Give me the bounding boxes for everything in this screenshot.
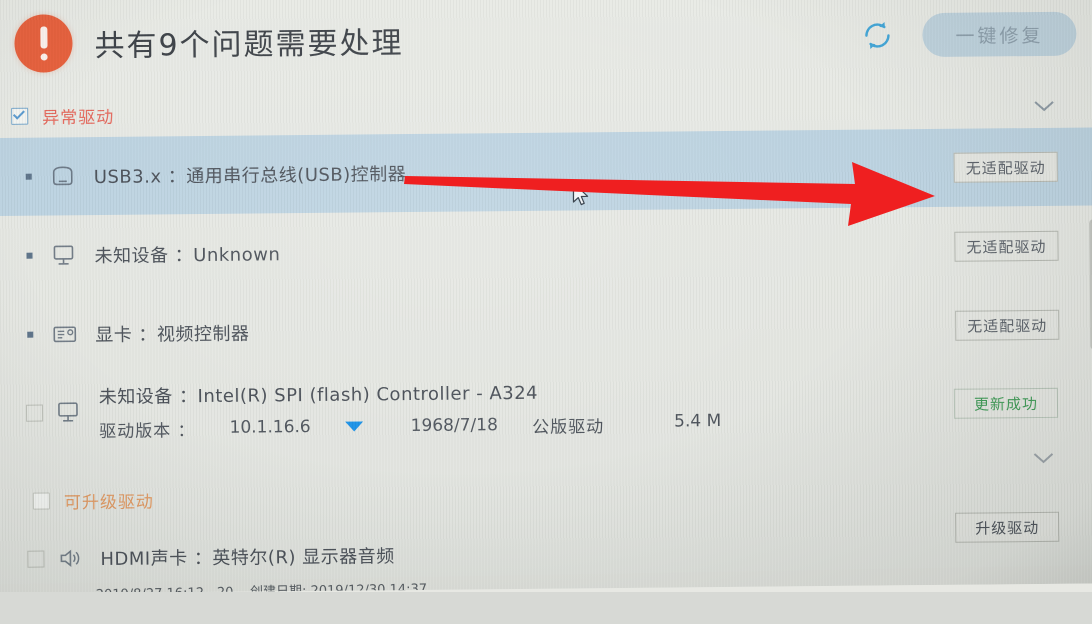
monitor-icon bbox=[53, 245, 74, 265]
device-title: 未知设备 ：Intel(R) SPI (flash) Controller - … bbox=[98, 382, 539, 408]
driver-date: 1968/7/18 bbox=[410, 415, 498, 437]
version-label: 驱动版本 ： bbox=[99, 420, 196, 442]
photo-background-below-screen bbox=[0, 592, 1092, 624]
speaker-icon bbox=[60, 549, 80, 567]
action-button-no-driver-unknown[interactable]: 无适配驱动 bbox=[954, 230, 1059, 262]
version-value: 10.1.16.6 bbox=[229, 416, 311, 438]
exclamation-circle-icon bbox=[14, 14, 73, 73]
device-checkbox-intel-spi[interactable] bbox=[25, 404, 44, 422]
group-label-abnormal: 异常驱动 bbox=[42, 107, 115, 129]
device-text: 未知设备 ：Intel(R) SPI (flash) Controller - … bbox=[99, 378, 539, 441]
graphics-card-icon bbox=[53, 326, 77, 343]
action-button-no-driver-graphics[interactable]: 无适配驱动 bbox=[955, 309, 1060, 341]
action-button-no-driver-usb3[interactable]: 无适配驱动 bbox=[953, 151, 1058, 183]
group-checkbox-abnormal[interactable] bbox=[11, 107, 29, 125]
driver-kind: 公版驱动 bbox=[532, 417, 605, 438]
driver-manager-window: 共有9个问题需要处理 一键修复 异常驱动 USB3.x ：通用串行总线(USB)… bbox=[0, 0, 1092, 594]
device-title: HDMI声卡 ：英特尔(R) 显示器音频 bbox=[100, 546, 395, 571]
chevron-down-icon[interactable] bbox=[1032, 452, 1054, 464]
header-actions: 一键修复 bbox=[860, 11, 1077, 58]
screen-photograph: 共有9个问题需要处理 一键修复 异常驱动 USB3.x ：通用串行总线(USB)… bbox=[0, 0, 1092, 624]
fix-all-button[interactable]: 一键修复 bbox=[922, 11, 1077, 58]
device-title: USB3.x ：通用串行总线(USB)控制器 bbox=[93, 164, 407, 189]
usb-device-icon bbox=[52, 166, 73, 186]
device-title: 显卡 ：视频控制器 bbox=[95, 323, 250, 347]
action-button-upgrade-driver[interactable]: 升级驱动 bbox=[955, 511, 1060, 543]
device-text: 未知设备 ：Unknown bbox=[94, 240, 280, 268]
refresh-icon[interactable] bbox=[860, 18, 894, 52]
device-row-graphics[interactable]: 显卡 ：视频控制器 无适配驱动 bbox=[0, 285, 1092, 374]
driver-size: 5.4 M bbox=[674, 411, 722, 432]
device-version-line: 驱动版本 ： 10.1.16.6 1968/7/18 bbox=[99, 412, 538, 441]
group-checkbox-upgradeable[interactable] bbox=[32, 491, 50, 510]
caret-down-icon[interactable] bbox=[344, 421, 363, 432]
device-text: USB3.x ：通用串行总线(USB)控制器 bbox=[94, 160, 407, 189]
device-checkbox-hdmi[interactable] bbox=[27, 550, 45, 568]
device-row-intel-spi[interactable]: 未知设备 ：Intel(R) SPI (flash) Controller - … bbox=[0, 363, 1092, 452]
device-text: HDMI声卡 ：英特尔(R) 显示器音频 bbox=[100, 542, 394, 571]
row-bullet bbox=[25, 173, 32, 180]
monitor-icon bbox=[58, 402, 78, 422]
device-text: 显卡 ：视频控制器 bbox=[95, 320, 249, 347]
action-button-update-success[interactable]: 更新成功 bbox=[953, 387, 1059, 419]
row-bullet bbox=[27, 331, 34, 338]
chevron-down-icon[interactable] bbox=[1033, 100, 1055, 112]
group-label-upgradeable: 可升级驱动 bbox=[63, 491, 154, 513]
device-row-unknown[interactable]: 未知设备 ：Unknown 无适配驱动 bbox=[0, 205, 1092, 296]
app-header: 共有9个问题需要处理 一键修复 bbox=[0, 0, 1092, 94]
row-bullet bbox=[26, 252, 33, 259]
device-title: 未知设备 ：Unknown bbox=[94, 244, 281, 268]
mouse-pointer-icon bbox=[572, 182, 589, 206]
page-title: 共有9个问题需要处理 bbox=[94, 26, 404, 65]
device-row-usb3[interactable]: USB3.x ：通用串行总线(USB)控制器 无适配驱动 bbox=[0, 127, 1092, 216]
